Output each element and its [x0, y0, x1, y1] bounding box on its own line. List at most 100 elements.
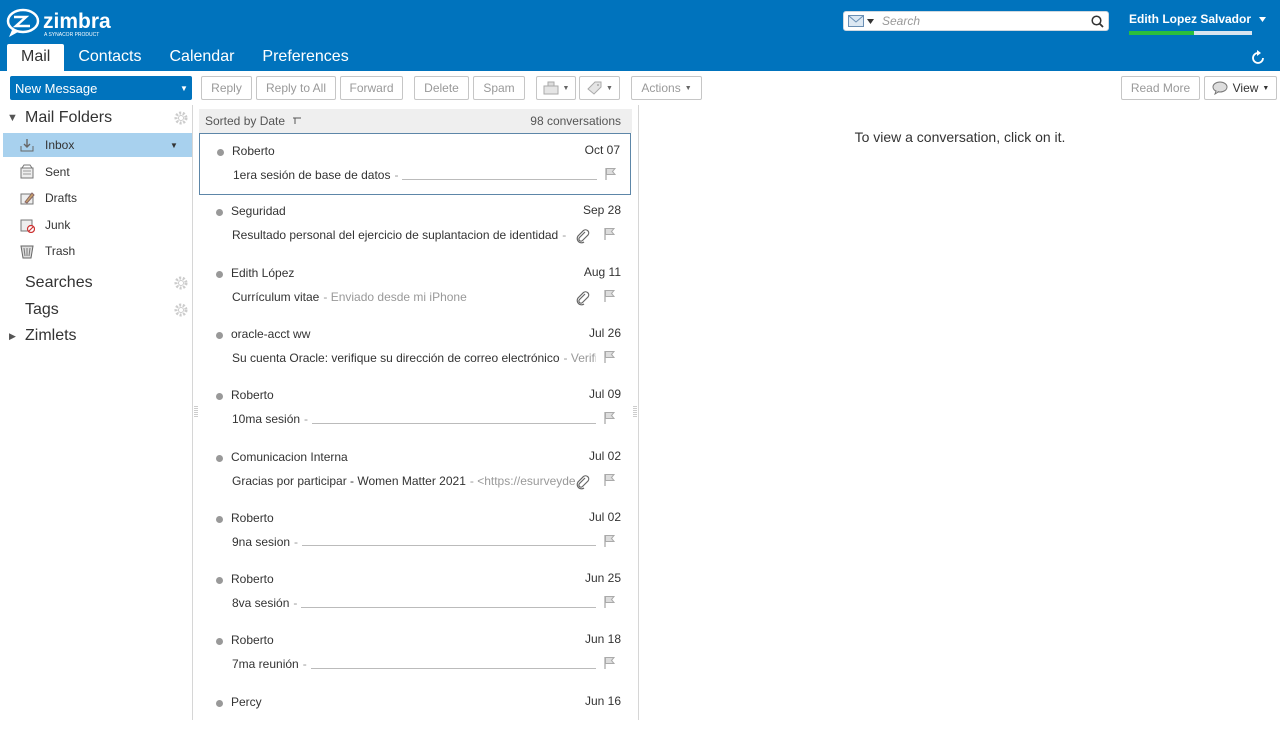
gear-icon[interactable] [174, 303, 188, 317]
sort-control[interactable]: Sorted by Date [205, 114, 302, 128]
sidebar-item-drafts[interactable]: Drafts [3, 186, 192, 210]
search-button[interactable] [1088, 12, 1106, 30]
quota-bar-fill [1129, 31, 1195, 35]
read-more-button[interactable]: Read More [1121, 76, 1200, 100]
fragment-placeholder-line [312, 422, 596, 424]
sidebar-item-sent[interactable]: Sent [3, 160, 192, 184]
conversation-subject: 9na sesion [232, 534, 291, 549]
user-name: Edith Lopez Salvador [1129, 12, 1252, 26]
reply-all-button[interactable]: Reply to All [256, 76, 336, 100]
list-item[interactable]: oracle-acct ww Jul 26 Su cuenta Oracle: ve… [199, 317, 631, 379]
flag-icon[interactable] [602, 656, 616, 670]
search-type-dropdown[interactable] [844, 12, 878, 30]
zimbra-logo[interactable]: zimbra A SYNACOR PRODUCT [6, 8, 131, 40]
refresh-button[interactable] [1249, 49, 1267, 67]
list-item[interactable]: Percy Jun 16 [199, 685, 631, 747]
conversation-date: Oct 07 [584, 143, 620, 157]
tab-preferences[interactable]: Preferences [248, 44, 362, 71]
reply-label: Reply [211, 81, 242, 95]
conversation-sender: Roberto [231, 633, 274, 648]
unread-dot[interactable] [216, 209, 223, 217]
move-button[interactable]: ▼ [536, 76, 576, 100]
conversation-fragment: - Enviado desde mi iPhone [323, 289, 467, 304]
expand-arrow-icon[interactable]: ▶ [0, 331, 25, 342]
flag-icon[interactable] [602, 534, 616, 548]
conversation-fragment: - <https://esurveyde [469, 473, 576, 488]
flag-icon[interactable] [602, 289, 616, 303]
unread-dot[interactable] [216, 270, 223, 278]
flag-icon[interactable] [603, 167, 617, 181]
drafts-icon [20, 192, 35, 205]
gear-icon[interactable] [174, 111, 188, 125]
list-item[interactable]: Seguridad Sep 28 Resultado personal del ej… [199, 194, 631, 256]
sidebar-item-inbox[interactable]: Inbox ▼ [3, 133, 192, 157]
tag-button[interactable]: ▼ [579, 76, 620, 100]
search-input[interactable] [878, 12, 1088, 30]
conversation-date: Jun 16 [584, 693, 621, 708]
flag-icon[interactable] [602, 595, 616, 609]
list-item[interactable]: Roberto Jul 02 9na sesion - [199, 501, 631, 563]
flag-icon[interactable] [602, 227, 616, 241]
list-item[interactable]: Roberto Jun 18 7ma reunión - [199, 623, 631, 685]
sidebar-resize-handle[interactable] [194, 406, 198, 418]
list-item[interactable]: Roberto Jun 25 8va sesión - [199, 562, 631, 624]
delete-label: Delete [424, 81, 459, 95]
unread-dot[interactable] [216, 515, 223, 523]
conversation-subject-line: Gracias por participar - Women Matter 20… [232, 473, 596, 489]
conversation-sender: oracle-acct ww [231, 326, 311, 341]
app-header: zimbra A SYNACOR PRODUCT Edith Lopez Sal… [0, 0, 1280, 71]
actions-button[interactable]: Actions ▼ [631, 76, 702, 100]
zimlets-header[interactable]: ▶ Zimlets [0, 324, 193, 348]
list-item[interactable]: Comunicacion Interna Jul 02 Gracias por pa… [199, 440, 631, 502]
conversation-subject: Currículum vitae [232, 289, 320, 304]
conversation-date: Aug 11 [583, 264, 621, 279]
envelope-icon [848, 15, 864, 27]
user-menu[interactable]: Edith Lopez Salvador [1129, 12, 1267, 26]
view-label: View [1232, 81, 1259, 95]
flag-icon[interactable] [602, 411, 616, 425]
list-resize-handle[interactable] [633, 406, 637, 418]
flag-icon[interactable] [602, 350, 616, 364]
unread-dot[interactable] [217, 149, 224, 156]
forward-label: Forward [349, 81, 394, 95]
list-item[interactable]: Roberto Jul 09 10ma sesión - [199, 378, 631, 440]
spam-label: Spam [483, 81, 515, 95]
unread-dot[interactable] [216, 393, 223, 401]
mail-folders-header[interactable]: ▼ Mail Folders [0, 106, 193, 130]
tags-header[interactable]: Tags [0, 298, 193, 322]
list-item[interactable]: Roberto Oct 07 1era sesión de base de dato… [199, 133, 631, 195]
searches-header[interactable]: Searches [0, 271, 193, 295]
new-message-button[interactable]: New Message ▼ [10, 76, 192, 100]
brand-text: zimbra [43, 10, 111, 33]
collapse-arrow-icon[interactable]: ▼ [0, 112, 25, 124]
mail-folders-label: Mail Folders [25, 109, 113, 126]
list-item[interactable]: Edith López Aug 11 Currículum vitae - Envia… [199, 256, 631, 318]
tab-calendar[interactable]: Calendar [155, 44, 248, 71]
conversation-fragment: - [304, 412, 309, 427]
flag-icon[interactable] [602, 473, 616, 487]
reply-button[interactable]: Reply [201, 76, 252, 100]
unread-dot[interactable] [216, 331, 223, 339]
gear-icon[interactable] [174, 276, 188, 290]
sidebar-item-junk[interactable]: Junk [3, 213, 192, 237]
conversation-subject: Gracias por participar - Women Matter 20… [232, 473, 466, 488]
unread-dot[interactable] [216, 699, 223, 707]
forward-button[interactable]: Forward [340, 76, 403, 100]
chevron-down-icon[interactable]: ▼ [170, 141, 178, 150]
unread-dot[interactable] [216, 638, 223, 646]
view-button[interactable]: View ▼ [1204, 76, 1277, 100]
unread-dot[interactable] [216, 577, 223, 585]
tab-mail[interactable]: Mail [7, 44, 65, 71]
conversation-fragment: - [562, 228, 567, 243]
chevron-down-icon[interactable]: ▼ [176, 84, 192, 93]
sidebar-item-trash[interactable]: Trash [3, 239, 192, 263]
delete-button[interactable]: Delete [414, 76, 469, 100]
sort-arrow-icon [293, 117, 302, 124]
conversation-fragment: - Verifi [563, 350, 596, 365]
sidebar-item-label: Junk [45, 218, 71, 232]
tab-contacts[interactable]: Contacts [64, 44, 155, 71]
conversation-subject: 10ma sesión [232, 412, 301, 427]
spam-button[interactable]: Spam [473, 76, 525, 100]
unread-dot[interactable] [216, 454, 223, 462]
conversation-date: Jun 25 [584, 571, 621, 586]
